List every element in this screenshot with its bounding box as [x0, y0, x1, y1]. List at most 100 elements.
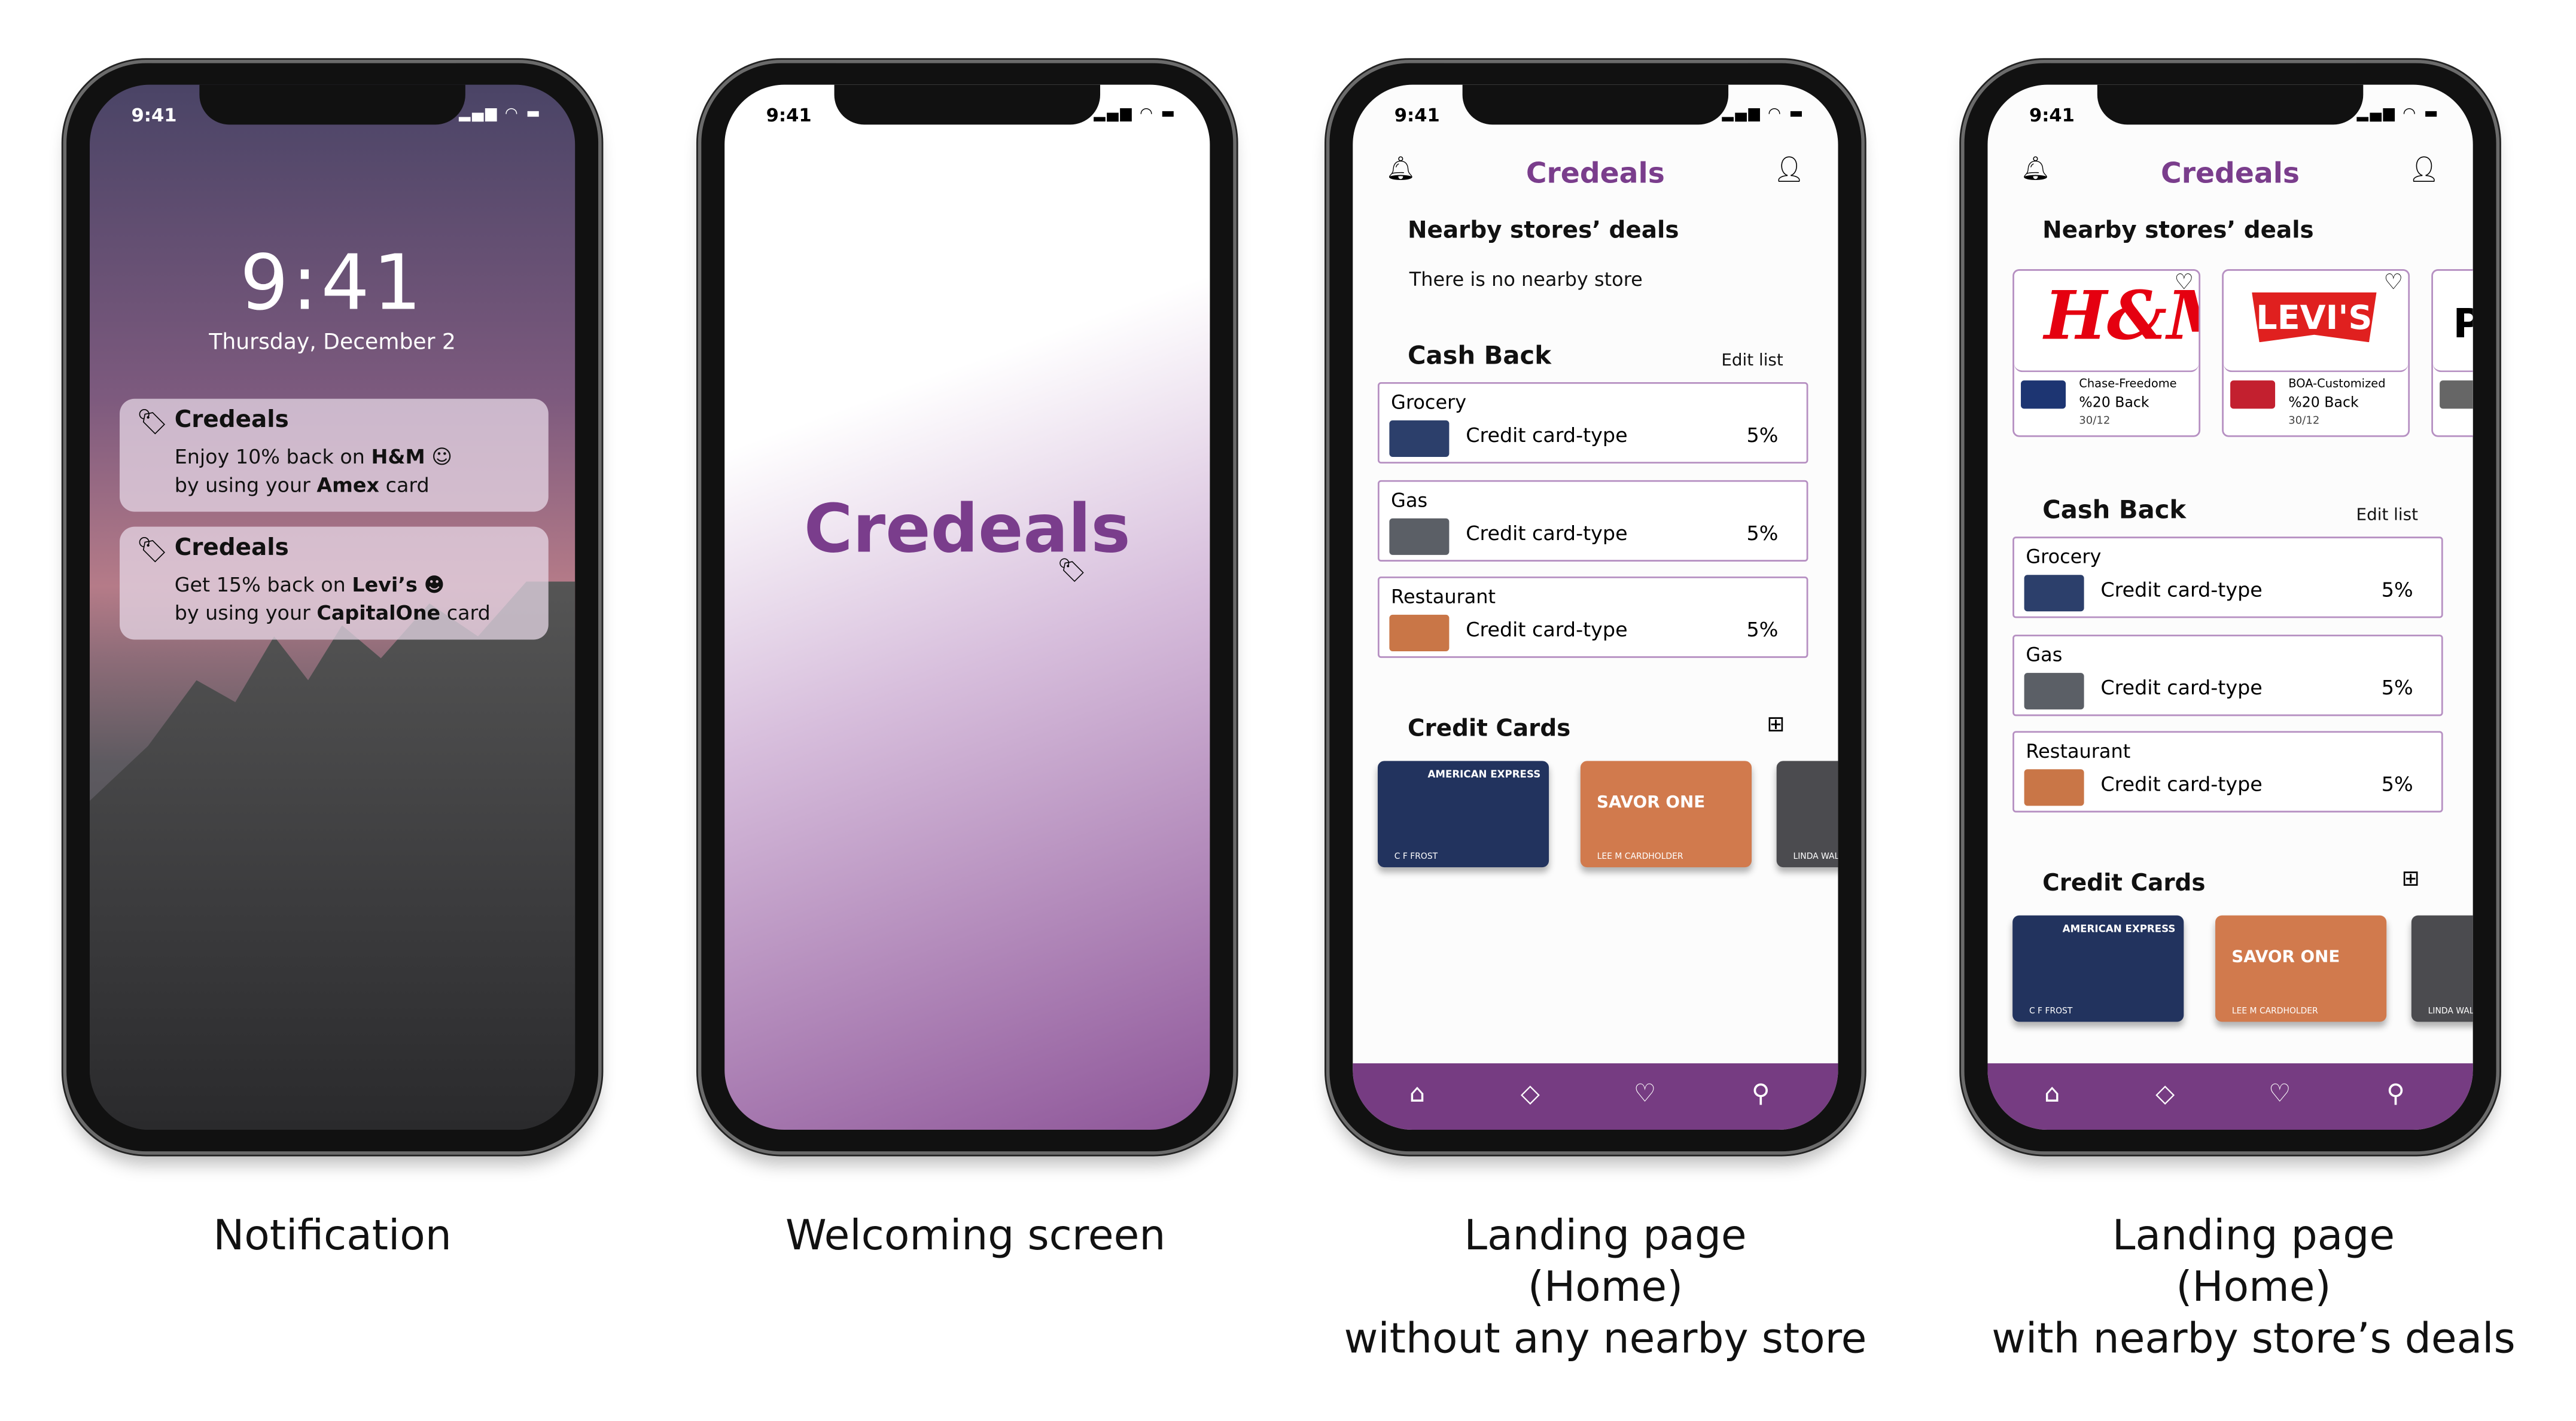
deal-card[interactable]: H&M ♡ Chase-Freedome %20 Back 30/12	[2012, 269, 2201, 437]
card-thumbnail	[1389, 614, 1450, 651]
bottom-nav: ⌂ ◇ ♡ ⚲	[1987, 1063, 2473, 1130]
status-icons: ▂▄▆ ◠ ▬	[2356, 106, 2440, 123]
credit-card[interactable]: SAVOR ONE LEE M CARDHOLDER	[2215, 915, 2387, 1022]
heart-icon[interactable]: ♡	[2384, 271, 2403, 296]
notification-line1: Enjoy 10% back on H&M ☺	[174, 445, 453, 469]
cashback-row[interactable]: Restaurant Credit card-type 5%	[1377, 576, 1808, 658]
heart-icon[interactable]: ♡	[1634, 1078, 1656, 1108]
notification-levis[interactable]: 🏷 Credeals Get 15% back on Levi’s ☻ by u…	[120, 526, 549, 640]
caption-landing-deals: Landing page (Home) with nearby store’s …	[1992, 1211, 2516, 1362]
app-title: Credeals	[1525, 157, 1665, 191]
search-icon[interactable]: ⚲	[2386, 1078, 2405, 1108]
card-brand: SAVOR ONE	[1597, 794, 1706, 813]
add-card-icon[interactable]: ⊞	[2401, 867, 2419, 892]
cashback-row[interactable]: Gas Credit card-type 5%	[2012, 633, 2443, 715]
cashback-row[interactable]: Gas Credit card-type 5%	[1377, 479, 1808, 561]
credit-card[interactable]: LINDA WALKER	[1776, 761, 1838, 868]
edit-list-link[interactable]: Edit list	[1721, 352, 1783, 371]
search-icon[interactable]: ⚲	[1752, 1078, 1770, 1108]
notification-line1: Get 15% back on Levi’s ☻	[174, 573, 445, 597]
cashback-card-type: Credit card-type	[1466, 618, 1628, 642]
credit-card[interactable]: AMERICAN EXPRESS C F FROST	[2012, 915, 2184, 1022]
status-icons: ▂▄▆ ◠ ▬	[1722, 106, 1805, 123]
tag-icon[interactable]: ◇	[1521, 1078, 1540, 1108]
cashback-percent: 5%	[2381, 772, 2413, 796]
smile-icon: ☺	[431, 445, 453, 469]
cards-heading: Credit Cards	[2042, 870, 2206, 898]
credit-card[interactable]: AMERICAN EXPRESS C F FROST	[1377, 761, 1549, 868]
lock-time: 9:41	[239, 237, 425, 328]
landing-screen: 9:41 ▂▄▆ ◠ ▬ 🔔︎ Credeals 👤︎ Nearby store…	[1987, 84, 2473, 1130]
home-icon[interactable]: ⌂	[1409, 1078, 1425, 1108]
card-holder: LEE M CARDHOLDER	[1597, 852, 1683, 862]
edit-list-link[interactable]: Edit list	[2356, 507, 2418, 525]
phone-notification: 9:41 ▂▄▆ ◠ ▬ 9:41 Thursday, December 2 🏷…	[66, 63, 599, 1152]
tag-icon: 🏷	[1056, 558, 1087, 585]
cashback-percent: 5%	[1746, 520, 1779, 544]
status-time: 9:41	[766, 105, 812, 127]
card-holder: LEE M CARDHOLDER	[2231, 1007, 2318, 1017]
deal-card-name: BOA-Customized	[2288, 377, 2386, 391]
phone-landing-deals: 9:41 ▂▄▆ ◠ ▬ 🔔︎ Credeals 👤︎ Nearby store…	[1964, 63, 2496, 1152]
card-holder: C F FROST	[1394, 852, 1438, 862]
phone-welcome: 9:41 ▂▄▆ ◠ ▬ Credeals 🏷	[701, 63, 1234, 1152]
cashback-row[interactable]: Grocery Credit card-type 5%	[2012, 536, 2443, 618]
deal-card[interactable]: LEVI'S ♡ BOA-Customized %20 Back 30/12	[2222, 269, 2410, 437]
heart-icon[interactable]: ♡	[2175, 271, 2194, 296]
cashback-percent: 5%	[1746, 423, 1779, 447]
notch	[1462, 84, 1729, 125]
caption-welcome: Welcoming screen	[785, 1211, 1166, 1260]
user-icon[interactable]: 👤︎	[2408, 154, 2440, 184]
status-time: 9:41	[1394, 105, 1440, 127]
card-thumbnail	[2230, 380, 2276, 409]
card-thumbnail	[1389, 517, 1450, 554]
status-icons: ▂▄▆ ◠ ▬	[1094, 106, 1177, 123]
no-nearby-text: There is no nearby store	[1409, 267, 1643, 291]
home-icon[interactable]: ⌂	[2044, 1078, 2060, 1108]
landing-screen: 9:41 ▂▄▆ ◠ ▬ 🔔︎ Credeals 👤︎ Nearby store…	[1353, 84, 1838, 1130]
status-icons: ▂▄▆ ◠ ▬	[459, 106, 542, 123]
cashback-heading: Cash Back	[1407, 340, 1551, 371]
deal-card-name: Chase-Freedome	[2079, 377, 2177, 391]
hm-logo: H&M	[2014, 271, 2199, 373]
notification-line2: by using your CapitalOne card	[174, 601, 491, 625]
cashback-heading: Cash Back	[2042, 495, 2187, 525]
cashback-card-type: Credit card-type	[2100, 675, 2263, 699]
mountain-wallpaper	[90, 581, 576, 1130]
cashback-card-type: Credit card-type	[1466, 423, 1628, 447]
user-icon[interactable]: 👤︎	[1773, 154, 1805, 184]
app-logo: Credeals	[803, 492, 1131, 569]
notch	[199, 84, 465, 125]
credit-card[interactable]: SAVOR ONE LEE M CARDHOLDER	[1580, 761, 1752, 868]
cards-heading: Credit Cards	[1407, 716, 1571, 743]
card-holder: C F FROST	[2029, 1007, 2073, 1017]
card-brand: AMERICAN EXPRESS	[2062, 923, 2176, 936]
cashback-category: Grocery	[1391, 390, 1467, 414]
card-thumbnail	[1389, 420, 1450, 457]
caption-landing-empty: Landing page (Home) without any nearby s…	[1344, 1211, 1867, 1362]
notification-app: Credeals	[174, 407, 289, 434]
add-card-icon[interactable]: ⊞	[1767, 713, 1785, 738]
notification-hm[interactable]: 🏷 Credeals Enjoy 10% back on H&M ☺ by us…	[120, 398, 549, 512]
cashback-percent: 5%	[1746, 618, 1779, 642]
tag-icon[interactable]: ◇	[2155, 1078, 2175, 1108]
nearby-heading: Nearby stores’ deals	[2042, 217, 2314, 245]
notch	[834, 84, 1101, 125]
card-thumbnail	[2024, 769, 2084, 806]
app-title: Credeals	[2161, 157, 2300, 191]
notch	[2097, 84, 2364, 125]
credit-card[interactable]: LINDA WALKER	[2411, 915, 2473, 1022]
status-time: 9:41	[2029, 105, 2075, 127]
nearby-heading: Nearby stores’ deals	[1407, 217, 1679, 245]
phone-landing-empty: 9:41 ▂▄▆ ◠ ▬ 🔔︎ Credeals 👤︎ Nearby store…	[1329, 63, 1862, 1152]
card-thumbnail	[2024, 672, 2084, 709]
heart-icon[interactable]: ♡	[2269, 1078, 2291, 1108]
card-holder: LINDA WALKER	[2428, 1007, 2473, 1017]
caption-notification: Notification	[213, 1211, 452, 1260]
deal-card-partial[interactable]: P	[2431, 269, 2473, 437]
card-brand: AMERICAN EXPRESS	[1427, 769, 1541, 781]
cashback-card-type: Credit card-type	[1466, 520, 1628, 544]
cashback-row[interactable]: Grocery Credit card-type 5%	[1377, 382, 1808, 464]
tag-icon: 🏷	[136, 407, 168, 437]
cashback-row[interactable]: Restaurant Credit card-type 5%	[2012, 731, 2443, 813]
